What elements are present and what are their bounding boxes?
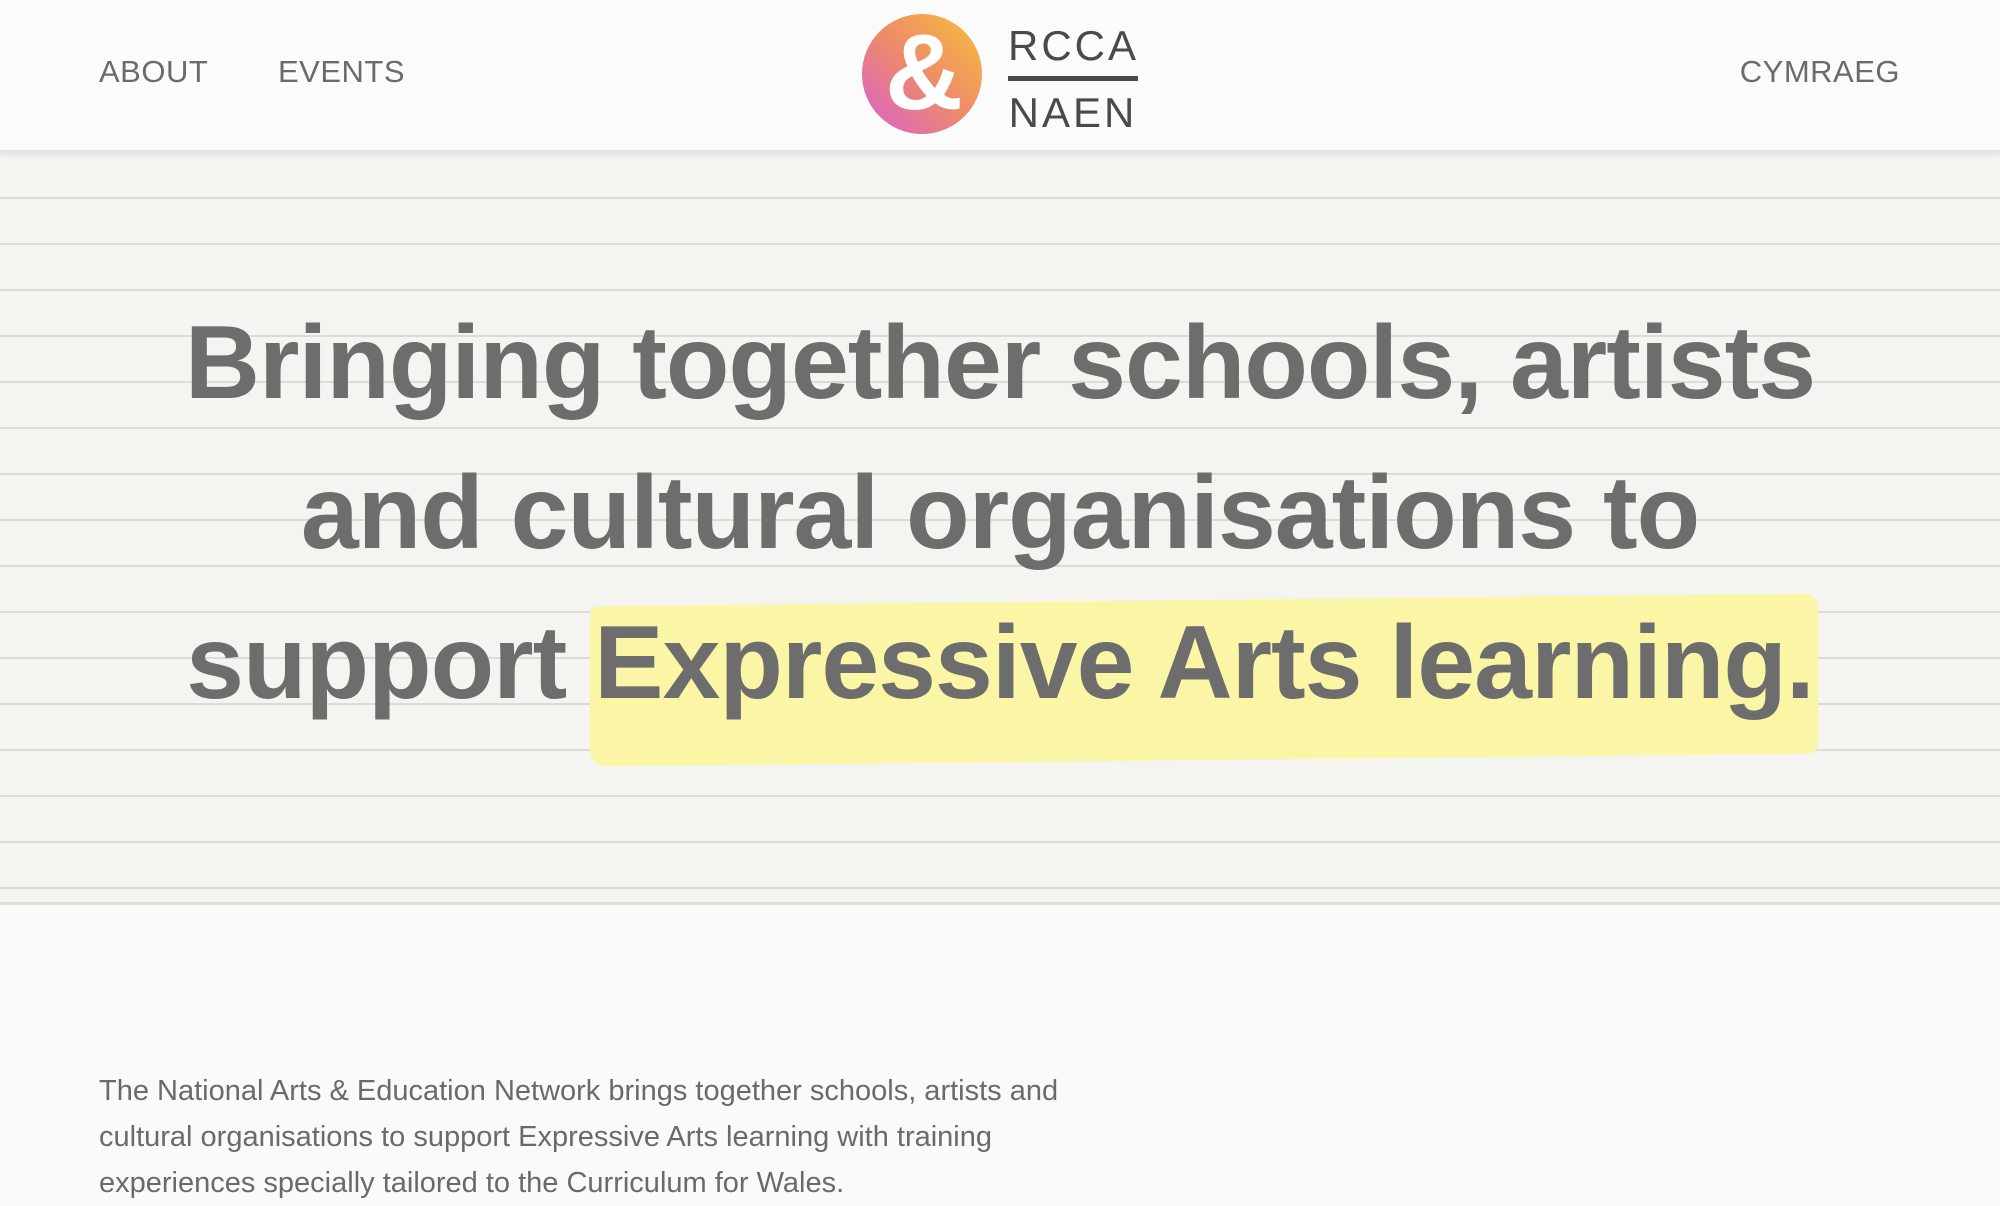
language-toggle-link[interactable]: CYMRAEG: [1740, 52, 1900, 92]
site-logo[interactable]: & RCCA NAEN: [862, 14, 1142, 137]
logo-wordmark: RCCA NAEN: [1008, 22, 1138, 137]
nav-events-link[interactable]: EVENTS: [278, 52, 405, 92]
intro-paragraph: The National Arts & Education Network br…: [99, 1075, 1059, 1199]
ampersand-gradient-icon: &: [862, 14, 982, 134]
svg-text:&: &: [885, 14, 963, 132]
hero-title: Bringing together schools, artists and c…: [100, 288, 1900, 738]
logo-text-rcca: RCCA: [1008, 22, 1138, 81]
hero-title-highlight: Expressive Arts learning.: [594, 588, 1815, 738]
nav-about-link[interactable]: ABOUT: [99, 52, 208, 92]
site-header: ABOUT EVENTS & RCCA NAEN CYMRAEG: [0, 0, 2000, 153]
logo-text-naen: NAEN: [1008, 89, 1138, 136]
hero-section: Bringing together schools, artists and c…: [0, 153, 2000, 905]
